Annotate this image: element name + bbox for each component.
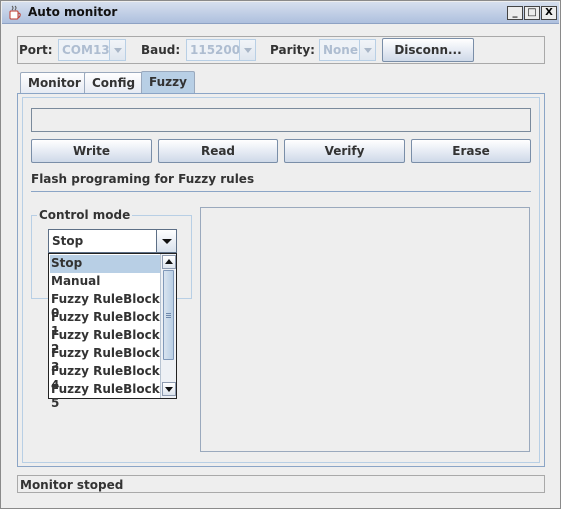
dropdown-option[interactable]: Fuzzy RuleBlock 4 bbox=[50, 363, 160, 392]
dropdown-scrollbar[interactable] bbox=[160, 254, 176, 398]
verify-button[interactable]: Verify bbox=[284, 139, 405, 163]
dropdown-option[interactable]: Fuzzy RuleBlock 2 bbox=[50, 327, 160, 356]
flash-progress-bar bbox=[31, 108, 531, 132]
read-button[interactable]: Read bbox=[158, 139, 278, 163]
separator bbox=[31, 191, 531, 192]
tab-monitor[interactable]: Monitor bbox=[20, 72, 89, 93]
window-title: Auto monitor bbox=[28, 5, 118, 19]
tab-fuzzy[interactable]: Fuzzy bbox=[141, 71, 195, 93]
parity-select[interactable]: None bbox=[319, 39, 376, 61]
control-mode-value: Stop bbox=[52, 234, 84, 248]
baud-label: Baud: bbox=[141, 43, 181, 57]
port-value: COM13 bbox=[62, 43, 110, 57]
dropdown-option[interactable]: Fuzzy RuleBlock 0 bbox=[50, 291, 160, 320]
close-button[interactable]: X bbox=[541, 6, 557, 20]
parity-value: None bbox=[323, 43, 358, 57]
erase-button[interactable]: Erase bbox=[411, 139, 531, 163]
chevron-down-icon bbox=[359, 40, 375, 60]
dropdown-option[interactable]: Fuzzy RuleBlock 3 bbox=[50, 345, 160, 374]
fuzzy-display-panel bbox=[200, 207, 530, 452]
minimize-button[interactable]: _ bbox=[507, 6, 523, 20]
dropdown-option[interactable]: Fuzzy RuleBlock 1 bbox=[50, 309, 160, 338]
maximize-button[interactable]: □ bbox=[524, 6, 540, 20]
tab-config[interactable]: Config bbox=[84, 72, 144, 93]
java-cup-icon bbox=[9, 5, 21, 20]
baud-value: 115200 bbox=[190, 43, 241, 57]
control-mode-select[interactable]: Stop bbox=[48, 229, 177, 253]
chevron-down-icon bbox=[109, 40, 125, 60]
title-bar[interactable]: Auto monitor _ □ X bbox=[2, 2, 559, 24]
parity-label: Parity: bbox=[270, 43, 315, 57]
chevron-down-icon[interactable] bbox=[156, 230, 176, 252]
port-select[interactable]: COM13 bbox=[58, 39, 126, 61]
flash-programming-label: Flash programing for Fuzzy rules bbox=[31, 172, 255, 186]
write-button[interactable]: Write bbox=[31, 139, 152, 163]
maximize-icon: □ bbox=[527, 7, 537, 18]
baud-select[interactable]: 115200 bbox=[186, 39, 256, 61]
chevron-down-icon bbox=[239, 40, 255, 60]
control-mode-title: Control mode bbox=[37, 208, 133, 222]
status-bar: Monitor stoped bbox=[17, 475, 545, 493]
port-label: Port: bbox=[19, 43, 53, 57]
dropdown-option[interactable]: Manual bbox=[50, 273, 160, 291]
minimize-icon: _ bbox=[512, 7, 518, 18]
control-mode-dropdown-list: Stop Manual Fuzzy RuleBlock 0 Fuzzy Rule… bbox=[48, 253, 177, 410]
scroll-down-icon[interactable] bbox=[162, 382, 176, 396]
scroll-thumb[interactable] bbox=[163, 270, 174, 360]
close-icon: X bbox=[545, 7, 553, 18]
disconnect-button[interactable]: Disconn... bbox=[382, 38, 474, 62]
scroll-up-icon[interactable] bbox=[162, 255, 176, 269]
dropdown-option[interactable]: Stop bbox=[50, 255, 160, 273]
status-text: Monitor stoped bbox=[20, 478, 124, 492]
dropdown-option[interactable]: Fuzzy RuleBlock 5 bbox=[50, 381, 160, 410]
